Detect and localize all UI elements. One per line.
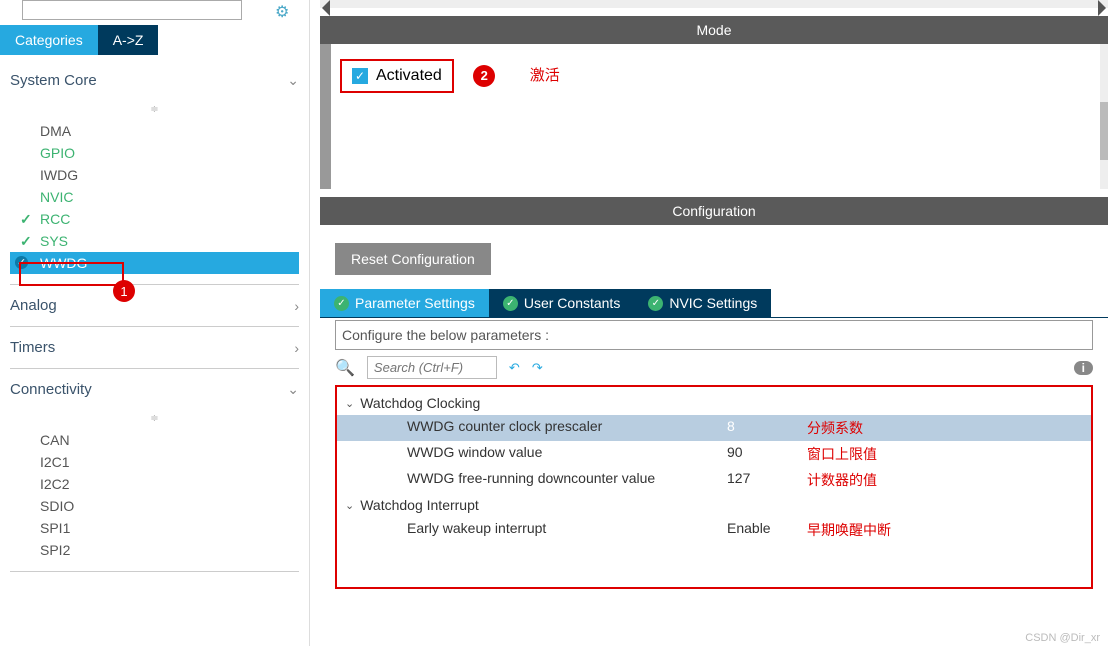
- param-early-wakeup[interactable]: Early wakeup interrupt Enable 早期唤醒中断: [337, 517, 1091, 543]
- item-spi2[interactable]: SPI2: [10, 539, 299, 561]
- search-row: 🔍 ↶ ↷ i: [320, 352, 1108, 383]
- hscroll[interactable]: [320, 0, 1108, 8]
- item-dma[interactable]: DMA: [10, 120, 299, 142]
- item-gpio[interactable]: GPIO: [10, 142, 299, 164]
- search-input[interactable]: [367, 356, 497, 379]
- item-rcc[interactable]: RCC: [10, 208, 299, 230]
- mode-header: Mode: [320, 16, 1108, 44]
- undo-icon[interactable]: ↶: [509, 360, 520, 376]
- check-icon: ✓: [503, 296, 518, 311]
- annotation: 窗口上限值: [807, 444, 877, 464]
- left-tab-bar: Categories A->Z: [0, 25, 309, 55]
- value: 8: [727, 418, 787, 438]
- label: Timers: [10, 339, 55, 356]
- mode-body: ✓ Activated 2 激活: [320, 44, 1108, 189]
- chevron-down-icon: ⌄: [287, 381, 299, 398]
- item-can[interactable]: CAN: [10, 429, 299, 451]
- annotation-badge-2: 2: [473, 65, 495, 87]
- group-watchdog-clocking[interactable]: ⌄ Watchdog Clocking: [337, 391, 1091, 415]
- scroll-right-icon[interactable]: [1098, 0, 1108, 16]
- label: User Constants: [524, 295, 620, 311]
- right-panel: Mode ✓ Activated 2 激活 Configuration Rese…: [320, 0, 1108, 646]
- search-icon[interactable]: 🔍: [335, 358, 355, 378]
- check-icon: ✓: [334, 296, 349, 311]
- label: NVIC Settings: [669, 295, 757, 311]
- value: 90: [727, 444, 787, 464]
- watermark: CSDN @Dir_xr: [1025, 632, 1100, 644]
- config-tabs: ✓ Parameter Settings ✓ User Constants ✓ …: [320, 289, 1108, 318]
- item-i2c1[interactable]: I2C1: [10, 451, 299, 473]
- connectivity-items: CAN I2C1 I2C2 SDIO SPI1 SPI2: [10, 427, 299, 571]
- item-sys[interactable]: SYS: [10, 230, 299, 252]
- param-window-value[interactable]: WWDG window value 90 窗口上限值: [337, 441, 1091, 467]
- chevron-down-icon: ⌄: [345, 397, 354, 410]
- peripheral-combo[interactable]: [22, 0, 242, 20]
- label: WWDG free-running downcounter value: [337, 470, 727, 490]
- label: Watchdog Interrupt: [360, 497, 479, 513]
- annotation-badge-1: 1: [113, 280, 135, 302]
- mode-vscroll[interactable]: [1100, 44, 1108, 189]
- scroll-left-icon[interactable]: [320, 0, 330, 16]
- group-watchdog-interrupt[interactable]: ⌄ Watchdog Interrupt: [337, 493, 1091, 517]
- annotation: 早期唤醒中断: [807, 520, 891, 540]
- params-box: ⌄ Watchdog Clocking WWDG counter clock p…: [335, 385, 1093, 589]
- grip-icon: ≑: [10, 101, 299, 118]
- tab-user-constants[interactable]: ✓ User Constants: [489, 289, 634, 317]
- tab-az[interactable]: A->Z: [98, 25, 159, 55]
- item-iwdg[interactable]: IWDG: [10, 164, 299, 186]
- item-spi1[interactable]: SPI1: [10, 517, 299, 539]
- header-timers[interactable]: Timers ›: [10, 327, 299, 368]
- check-icon: ✓: [648, 296, 663, 311]
- annotation: 分频系数: [807, 418, 863, 438]
- header-analog[interactable]: Analog ›: [10, 285, 299, 326]
- mode-scrollbar[interactable]: [325, 44, 331, 189]
- redo-icon[interactable]: ↷: [532, 360, 543, 376]
- item-i2c2[interactable]: I2C2: [10, 473, 299, 495]
- label: Analog: [10, 297, 57, 314]
- item-sdio[interactable]: SDIO: [10, 495, 299, 517]
- label: Early wakeup interrupt: [337, 520, 727, 540]
- section-analog: Analog ›: [10, 285, 299, 327]
- chevron-right-icon: ›: [294, 340, 299, 356]
- header-connectivity[interactable]: Connectivity ⌄: [10, 369, 299, 410]
- item-nvic[interactable]: NVIC: [10, 186, 299, 208]
- item-wwdg[interactable]: WWDG: [10, 252, 299, 274]
- label: Parameter Settings: [355, 295, 475, 311]
- chevron-down-icon: ⌄: [287, 72, 299, 89]
- label: Connectivity: [10, 381, 92, 398]
- chevron-right-icon: ›: [294, 298, 299, 314]
- section-timers: Timers ›: [10, 327, 299, 369]
- section-connectivity: Connectivity ⌄ ≑ CAN I2C1 I2C2 SDIO SPI1…: [10, 369, 299, 572]
- value: Enable: [727, 520, 787, 540]
- activated-checkbox-box: ✓ Activated: [340, 59, 454, 93]
- label: WWDG counter clock prescaler: [337, 418, 727, 438]
- annotation-activate: 激活: [530, 67, 560, 84]
- config-description: Configure the below parameters :: [335, 320, 1093, 350]
- grip-icon: ≑: [10, 410, 299, 427]
- info-icon[interactable]: i: [1074, 361, 1093, 375]
- section-system-core: System Core ⌄ ≑ DMA GPIO IWDG NVIC RCC S…: [10, 60, 299, 285]
- config-header: Configuration: [320, 197, 1108, 225]
- activated-label: Activated: [376, 67, 442, 85]
- tab-nvic-settings[interactable]: ✓ NVIC Settings: [634, 289, 771, 317]
- param-downcounter[interactable]: WWDG free-running downcounter value 127 …: [337, 467, 1091, 493]
- tab-categories[interactable]: Categories: [0, 25, 98, 55]
- param-prescaler[interactable]: WWDG counter clock prescaler 8 分频系数: [337, 415, 1091, 441]
- label: System Core: [10, 72, 97, 89]
- label: Watchdog Clocking: [360, 395, 480, 411]
- header-system-core[interactable]: System Core ⌄: [10, 60, 299, 101]
- system-core-items: DMA GPIO IWDG NVIC RCC SYS WWDG: [10, 118, 299, 284]
- activated-checkbox[interactable]: ✓: [352, 68, 368, 84]
- value: 127: [727, 470, 787, 490]
- gear-icon[interactable]: ⚙: [275, 2, 289, 22]
- tab-parameter-settings[interactable]: ✓ Parameter Settings: [320, 289, 489, 317]
- reset-config-button[interactable]: Reset Configuration: [335, 243, 491, 275]
- annotation: 计数器的值: [807, 470, 877, 490]
- label: WWDG window value: [337, 444, 727, 464]
- chevron-down-icon: ⌄: [345, 499, 354, 512]
- left-panel: ⚙ Categories A->Z System Core ⌄ ≑ DMA GP…: [0, 0, 310, 646]
